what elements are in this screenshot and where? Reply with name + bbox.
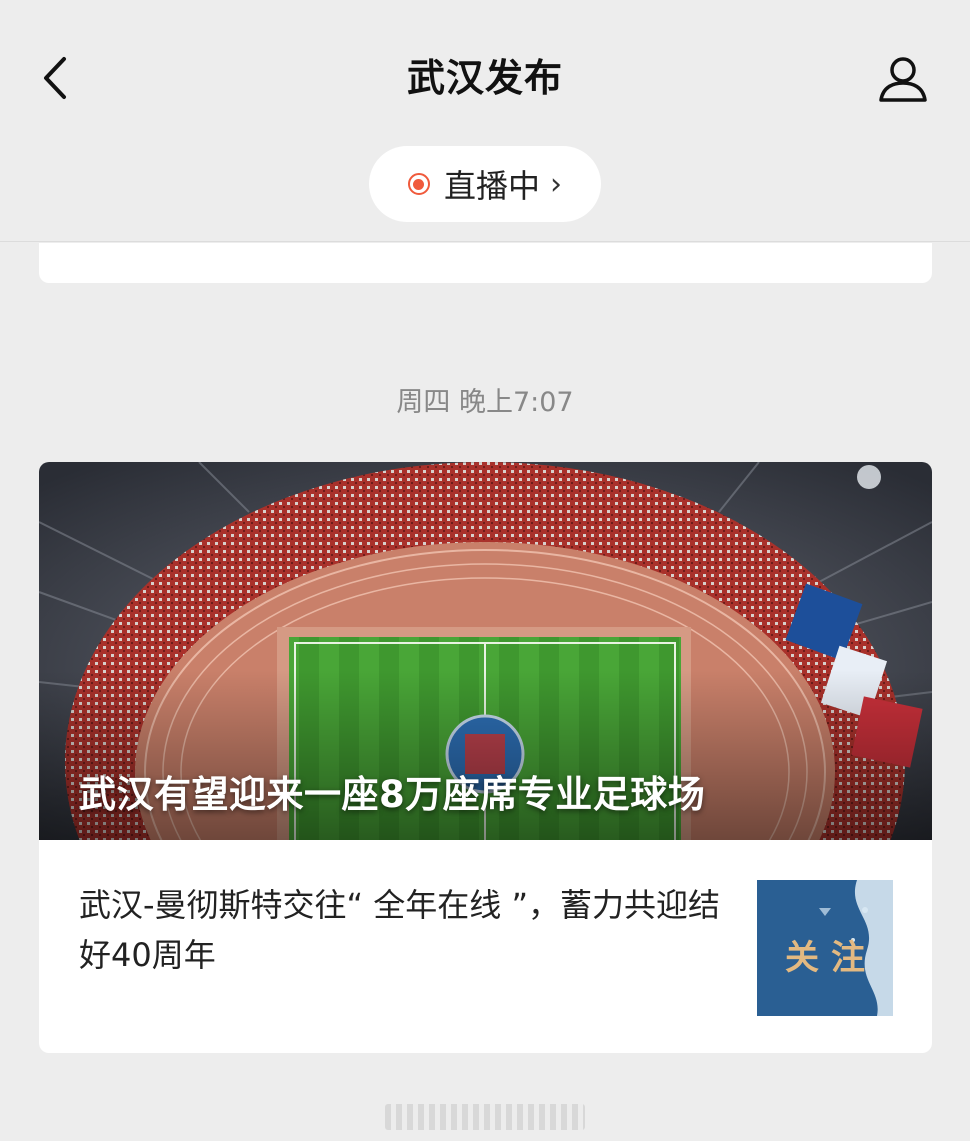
person-icon xyxy=(879,57,927,102)
hero-article-title: 武汉有望迎来一座8万座席专业足球场 xyxy=(79,773,706,816)
live-indicator-icon xyxy=(407,173,430,195)
sub-article-title: 武汉-曼彻斯特交往“ 全年在线 ”，蓄力共迎结好40周年 xyxy=(79,886,721,974)
profile-button[interactable] xyxy=(872,50,934,108)
chevron-right-icon: › xyxy=(550,166,562,202)
hero-article[interactable]: 武汉有望迎来一座8万座席专业足球场 xyxy=(39,462,932,840)
live-button[interactable]: 直播中 › xyxy=(369,146,601,222)
home-indicator xyxy=(385,1104,585,1130)
nav-header: 武汉发布 直播中 › xyxy=(0,0,970,242)
page-title: 武汉发布 xyxy=(406,56,563,100)
article-card: 武汉有望迎来一座8万座席专业足球场 武汉-曼彻斯特交往“ 全年在线 ”，蓄力共迎… xyxy=(39,462,932,1053)
thumbnail-text: 关注 xyxy=(785,938,877,978)
sub-article-thumbnail: 关注 xyxy=(757,880,893,1016)
previous-message-card[interactable] xyxy=(39,243,932,283)
live-label: 直播中 xyxy=(443,167,540,205)
message-timestamp: 周四 晚上7:07 xyxy=(396,387,574,418)
sub-article-item[interactable]: 武汉-曼彻斯特交往“ 全年在线 ”，蓄力共迎结好40周年 关注 xyxy=(39,840,932,1053)
